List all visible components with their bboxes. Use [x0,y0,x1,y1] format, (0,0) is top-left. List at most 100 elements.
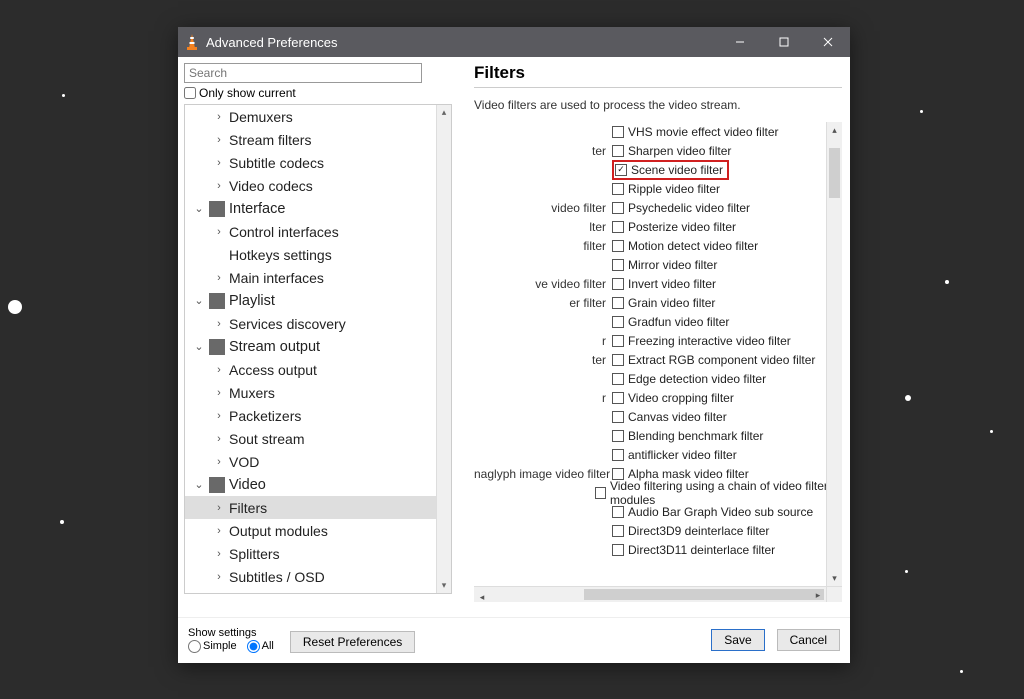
scroll-thumb[interactable] [584,589,824,600]
filter-checkbox[interactable] [595,487,606,499]
filter-label[interactable]: Edge detection video filter [628,372,766,386]
filter-checkbox[interactable] [612,506,624,518]
filter-checkbox[interactable] [612,392,624,404]
tree-item-playlist[interactable]: ⌄Playlist [185,289,451,312]
filter-checkbox[interactable] [612,430,624,442]
simple-radio[interactable]: Simple [188,640,237,653]
filter-label[interactable]: Ripple video filter [628,182,720,196]
filter-checkbox[interactable] [612,449,624,461]
tree-item-access-output[interactable]: ›Access output [185,358,451,381]
only-show-current-box[interactable] [184,87,196,99]
tree-item-interface[interactable]: ⌄Interface [185,197,451,220]
scroll-left-icon[interactable]: ◂ [474,590,490,603]
filter-row: Edge detection video filter [474,369,842,388]
tree-item-vod[interactable]: ›VOD [185,450,451,473]
filter-checkbox[interactable] [612,373,624,385]
search-input[interactable] [184,63,422,83]
filter-checkbox[interactable] [612,525,624,537]
only-show-current-checkbox[interactable]: Only show current [184,86,464,100]
filter-label[interactable]: Scene video filter [631,163,723,177]
filter-label[interactable]: Psychedelic video filter [628,201,750,215]
close-button[interactable] [806,27,850,57]
bottom-bar: Show settings Simple All Reset Preferenc… [178,617,850,661]
filter-label[interactable]: Direct3D11 deinterlace filter [628,543,775,557]
filter-label[interactable]: Freezing interactive video filter [628,334,791,348]
scroll-up-icon[interactable]: ▴ [437,105,451,120]
filter-checkbox[interactable] [612,316,624,328]
tree-item-video-codecs[interactable]: ›Video codecs [185,174,451,197]
filter-truncated-left-label: lter [474,220,612,234]
filter-label[interactable]: antiflicker video filter [628,448,737,462]
filter-checkbox[interactable] [612,202,624,214]
filter-label[interactable]: Extract RGB component video filter [628,353,815,367]
tree-item-demuxers[interactable]: ›Demuxers [185,105,451,128]
filter-label[interactable]: Grain video filter [628,296,715,310]
chevron-icon: › [213,318,225,330]
cancel-button[interactable]: Cancel [777,629,840,651]
filter-label[interactable]: Audio Bar Graph Video sub source [628,505,813,519]
tree-item-muxers[interactable]: ›Muxers [185,381,451,404]
tree-item-sout-stream[interactable]: ›Sout stream [185,427,451,450]
scroll-up-icon[interactable]: ▴ [827,122,842,138]
category-tree: ›Demuxers›Stream filters›Subtitle codecs… [184,104,452,594]
filter-row: rVideo cropping filter [474,388,842,407]
filter-checkbox[interactable] [612,259,624,271]
filter-checkbox[interactable] [612,411,624,423]
tree-item-subtitles-osd[interactable]: ›Subtitles / OSD [185,565,451,588]
tree-item-subtitle-codecs[interactable]: ›Subtitle codecs [185,151,451,174]
filter-label[interactable]: Direct3D9 deinterlace filter [628,524,769,538]
filter-checkbox[interactable] [612,544,624,556]
minimize-button[interactable] [718,27,762,57]
filter-row: filterMotion detect video filter [474,236,842,255]
filter-label[interactable]: Invert video filter [628,277,716,291]
filter-label[interactable]: Posterize video filter [628,220,736,234]
filter-checkbox[interactable] [612,240,624,252]
filter-label[interactable]: Blending benchmark filter [628,429,763,443]
tree-item-output-modules[interactable]: ›Output modules [185,519,451,542]
chevron-icon: › [213,571,225,583]
tree-item-splitters[interactable]: ›Splitters [185,542,451,565]
scroll-thumb[interactable] [829,148,840,198]
titlebar[interactable]: Advanced Preferences [178,27,850,57]
filter-checkbox[interactable] [612,183,624,195]
tree-item-video[interactable]: ⌄Video [185,473,451,496]
chevron-icon: › [213,134,225,146]
filters-horizontal-scrollbar[interactable]: ◂ ▸ [474,586,826,602]
tree-item-stream-filters[interactable]: ›Stream filters [185,128,451,151]
filter-checkbox[interactable] [612,278,624,290]
filter-label[interactable]: VHS movie effect video filter [628,125,779,139]
window-title: Advanced Preferences [206,35,718,50]
filters-vertical-scrollbar[interactable]: ▴ ▾ [826,122,842,586]
filter-checkbox[interactable] [612,354,624,366]
tree-item-packetizers[interactable]: ›Packetizers [185,404,451,427]
filter-checkbox[interactable] [612,126,624,138]
filter-checkbox[interactable] [612,145,624,157]
scroll-down-icon[interactable]: ▾ [827,570,842,586]
filter-label[interactable]: Mirror video filter [628,258,717,272]
filter-checkbox[interactable] [612,297,624,309]
tree-item-hotkeys-settings[interactable]: Hotkeys settings [185,243,451,266]
all-radio[interactable]: All [247,640,274,653]
filter-label[interactable]: Sharpen video filter [628,144,731,158]
maximize-button[interactable] [762,27,806,57]
filter-checkbox[interactable] [615,164,627,176]
save-button[interactable]: Save [711,629,764,651]
filter-checkbox[interactable] [612,221,624,233]
tree-item-filters[interactable]: ›Filters [185,496,451,519]
tree-item-stream-output[interactable]: ⌄Stream output [185,335,451,358]
tree-item-main-interfaces[interactable]: ›Main interfaces [185,266,451,289]
filter-label[interactable]: Gradfun video filter [628,315,729,329]
tree-scrollbar[interactable]: ▴ ▾ [436,105,451,593]
tree-item-control-interfaces[interactable]: ›Control interfaces [185,220,451,243]
filter-label[interactable]: Video filtering using a chain of video f… [610,479,842,507]
filter-label[interactable]: Canvas video filter [628,410,727,424]
filter-list-area: VHS movie effect video filterterSharpen … [474,122,842,602]
reset-preferences-button[interactable]: Reset Preferences [290,631,415,653]
filter-label[interactable]: Motion detect video filter [628,239,758,253]
filter-label[interactable]: Video cropping filter [628,391,734,405]
chevron-icon: › [213,387,225,399]
scroll-down-icon[interactable]: ▾ [437,578,451,593]
filter-checkbox[interactable] [612,335,624,347]
tree-item-services-discovery[interactable]: ›Services discovery [185,312,451,335]
scroll-right-icon[interactable]: ▸ [810,587,826,602]
